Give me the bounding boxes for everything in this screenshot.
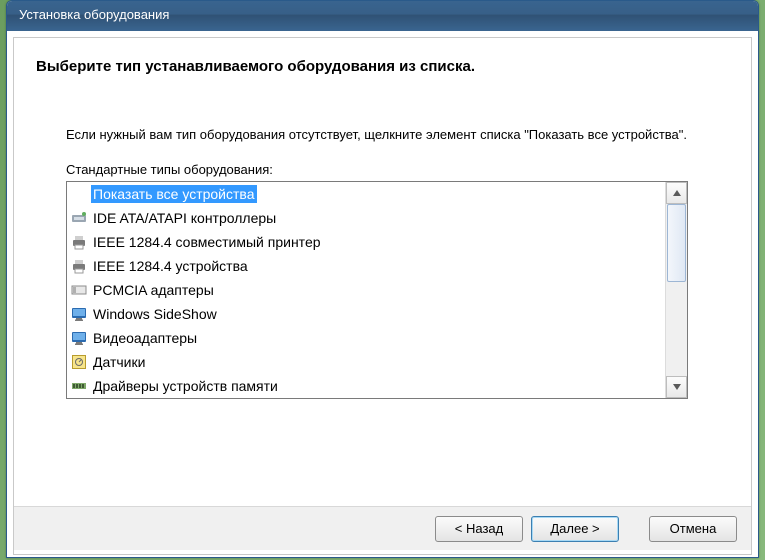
scroll-up-button[interactable] (666, 182, 687, 204)
list-item-label: Драйверы устройств памяти (91, 377, 280, 395)
printer-icon (71, 258, 87, 274)
memory-icon (71, 378, 87, 394)
blank-icon (71, 186, 87, 202)
wizard-panel: Выберите тип устанавливаемого оборудован… (13, 37, 752, 555)
chevron-up-icon (673, 190, 681, 196)
list-rows: Показать все устройства IDE ATA/ATAPI кон… (67, 182, 665, 398)
next-button[interactable]: Далее > (531, 516, 619, 542)
controller-icon (71, 210, 87, 226)
window-title: Установка оборудования (19, 7, 169, 22)
scrollbar-track[interactable] (666, 204, 687, 376)
page-title: Выберите тип устанавливаемого оборудован… (36, 58, 729, 75)
body-area: Если нужный вам тип оборудования отсутст… (14, 118, 751, 399)
display-icon (71, 306, 87, 322)
hint-text: Если нужный вам тип оборудования отсутст… (66, 126, 699, 144)
list-item[interactable]: Датчики (67, 350, 665, 374)
header-strip: Выберите тип устанавливаемого оборудован… (14, 38, 751, 118)
list-item-label: Windows SideShow (91, 305, 219, 323)
vertical-scrollbar[interactable] (665, 182, 687, 398)
hardware-type-listbox[interactable]: Показать все устройства IDE ATA/ATAPI кон… (66, 181, 688, 399)
list-item[interactable]: Видеоадаптеры (67, 326, 665, 350)
list-item[interactable]: IEEE 1284.4 устройства (67, 254, 665, 278)
list-item-label: IEEE 1284.4 совместимый принтер (91, 233, 323, 251)
list-item[interactable]: PCMCIA адаптеры (67, 278, 665, 302)
list-item[interactable]: IEEE 1284.4 совместимый принтер (67, 230, 665, 254)
list-item[interactable]: Windows SideShow (67, 302, 665, 326)
printer-icon (71, 234, 87, 250)
sensor-icon (71, 354, 87, 370)
list-item-label: Датчики (91, 353, 147, 371)
list-item-label: PCMCIA адаптеры (91, 281, 216, 299)
list-item-label: IEEE 1284.4 устройства (91, 257, 250, 275)
list-item[interactable]: Драйверы устройств памяти (67, 374, 665, 398)
card-icon (71, 282, 87, 298)
list-item[interactable]: IDE ATA/ATAPI контроллеры (67, 206, 665, 230)
list-item-label: Показать все устройства (91, 185, 257, 203)
list-item-label: IDE ATA/ATAPI контроллеры (91, 209, 278, 227)
scroll-down-button[interactable] (666, 376, 687, 398)
wizard-window: Установка оборудования Выберите тип уста… (6, 0, 759, 558)
list-item-label: Видеоадаптеры (91, 329, 199, 347)
list-item[interactable]: Показать все устройства (67, 182, 665, 206)
scrollbar-thumb[interactable] (667, 204, 686, 282)
back-button[interactable]: < Назад (435, 516, 523, 542)
chevron-down-icon (673, 384, 681, 390)
cancel-button[interactable]: Отмена (649, 516, 737, 542)
list-label: Стандартные типы оборудования: (66, 162, 699, 177)
footer-button-bar: < Назад Далее > Отмена (14, 506, 751, 550)
titlebar: Установка оборудования (7, 1, 758, 31)
display-icon (71, 330, 87, 346)
